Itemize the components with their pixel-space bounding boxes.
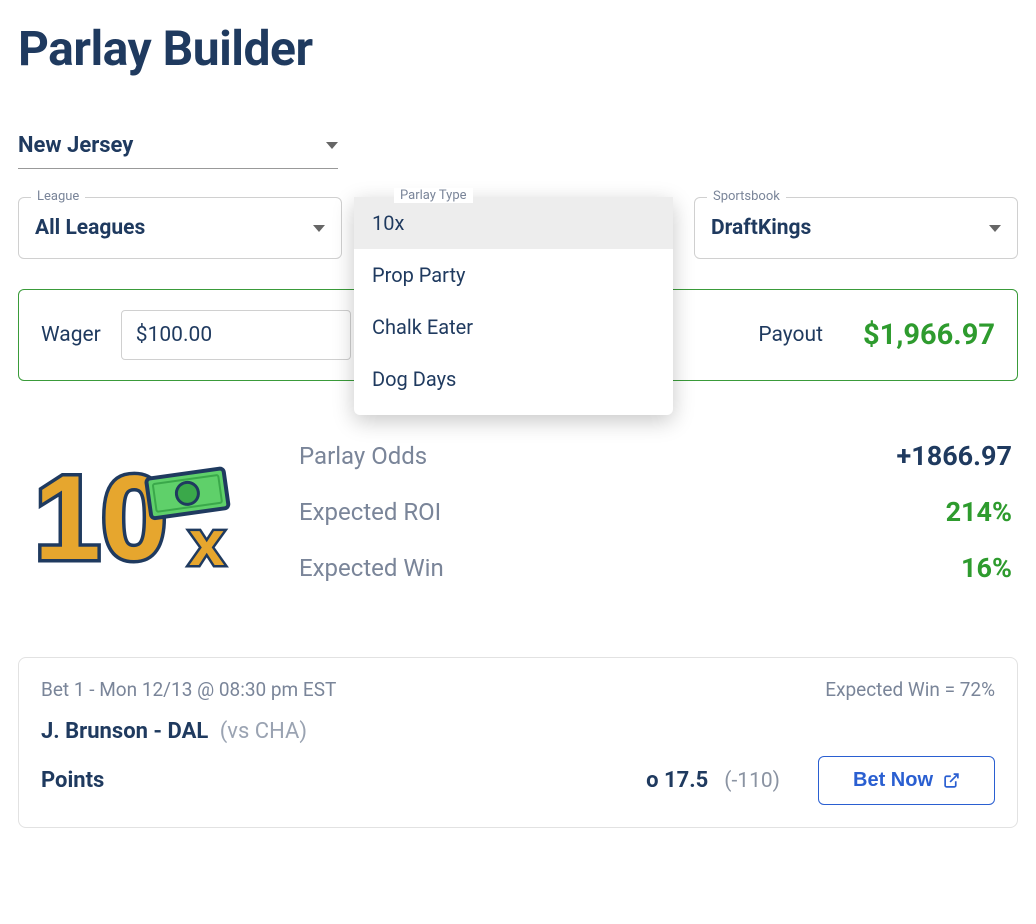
bet-metric: Points — [41, 768, 104, 793]
bet-now-button[interactable]: Bet Now — [818, 756, 995, 805]
stat-expected-roi: Expected ROI 214% — [299, 496, 1012, 528]
stat-label: Expected Win — [299, 554, 444, 582]
league-value: All Leagues — [35, 216, 145, 240]
parlay-type-dropdown[interactable]: Parlay Type 10x Prop Party Chalk Eater D… — [354, 197, 673, 415]
chevron-down-icon — [326, 142, 338, 149]
svg-text:10: 10 — [34, 451, 167, 585]
stat-value: 214% — [946, 496, 1012, 528]
payout-label: Payout — [758, 323, 823, 347]
bet-player: J. Brunson - DAL — [41, 719, 208, 744]
chevron-down-icon — [313, 225, 325, 232]
external-link-icon — [943, 772, 960, 789]
parlay-type-label: Parlay Type — [394, 188, 473, 203]
parlay-type-option-prop-party[interactable]: Prop Party — [354, 249, 673, 301]
bet-matchup: (vs CHA) — [220, 719, 307, 744]
stat-label: Parlay Odds — [299, 442, 427, 470]
bet-card: Bet 1 - Mon 12/13 @ 08:30 pm EST Expecte… — [18, 657, 1018, 828]
sportsbook-select[interactable]: Sportsbook DraftKings — [694, 197, 1018, 259]
chevron-down-icon — [989, 225, 1001, 232]
parlay-type-option-10x[interactable]: 10x — [354, 197, 673, 249]
sportsbook-label: Sportsbook — [707, 189, 786, 204]
stat-parlay-odds: Parlay Odds +1866.97 — [299, 440, 1012, 472]
bet-header-right: Expected Win = 72% — [825, 678, 995, 701]
payout-value: $1,966.97 — [863, 318, 995, 352]
svg-text:x: x — [189, 507, 225, 579]
bet-odds: (-110) — [724, 769, 780, 793]
state-select[interactable]: New Jersey — [18, 125, 338, 169]
wager-label: Wager — [41, 323, 101, 347]
league-select[interactable]: League All Leagues — [18, 197, 342, 259]
sportsbook-value: DraftKings — [711, 216, 811, 240]
state-value: New Jersey — [18, 133, 133, 158]
stat-expected-win: Expected Win 16% — [299, 552, 1012, 584]
wager-input[interactable] — [121, 310, 351, 360]
page-title: Parlay Builder — [18, 20, 1018, 77]
bet-line: o 17.5 — [646, 768, 708, 793]
bet-now-label: Bet Now — [853, 769, 933, 792]
league-label: League — [31, 189, 85, 204]
parlay-type-logo: 10 x — [24, 437, 244, 587]
parlay-type-option-dog-days[interactable]: Dog Days — [354, 353, 673, 405]
stat-value: +1866.97 — [897, 440, 1013, 472]
stat-label: Expected ROI — [299, 498, 441, 526]
parlay-type-option-chalk-eater[interactable]: Chalk Eater — [354, 301, 673, 353]
bet-header-left: Bet 1 - Mon 12/13 @ 08:30 pm EST — [41, 678, 336, 701]
stat-value: 16% — [961, 552, 1012, 584]
